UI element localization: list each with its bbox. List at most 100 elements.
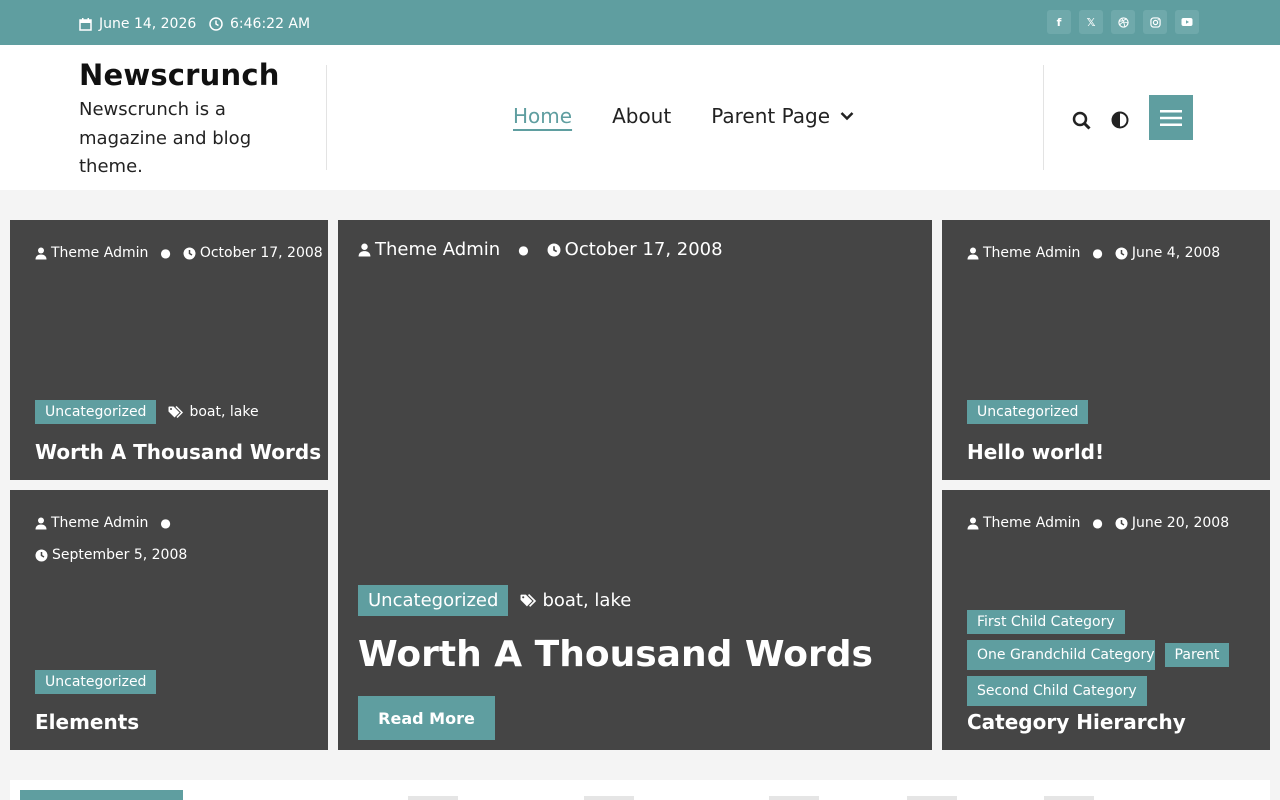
post-date[interactable]: September 5, 2008: [35, 542, 187, 568]
post-taxonomy: Uncategorized: [967, 400, 1089, 424]
post-title[interactable]: Hello world!: [967, 440, 1104, 464]
separator-dot: ●: [160, 516, 171, 530]
tags-icon: [168, 405, 184, 419]
placeholder-chip: [408, 796, 458, 800]
tag-links[interactable]: boat, lake: [189, 404, 258, 420]
tag-links[interactable]: boat, lake: [542, 590, 631, 611]
post-title[interactable]: Worth A Thousand Words: [358, 634, 873, 675]
post-card[interactable]: Theme Admin ● June 20, 2008 First Child …: [942, 490, 1270, 750]
category-badge[interactable]: Uncategorized: [35, 670, 157, 694]
post-meta: Theme Admin ● October 17, 2008: [35, 240, 323, 266]
separator-dot: ●: [1092, 246, 1103, 260]
youtube-icon[interactable]: [1175, 10, 1199, 34]
post-title[interactable]: Category Hierarchy: [967, 710, 1186, 734]
post-date[interactable]: October 17, 2008: [547, 237, 723, 263]
user-icon: [967, 517, 979, 530]
section-tab[interactable]: [20, 790, 183, 800]
user-icon: [358, 243, 371, 257]
author-name: Theme Admin: [983, 515, 1081, 531]
separator-dot: ●: [1092, 516, 1103, 530]
main-navigation: Home About Parent Page: [513, 104, 854, 128]
date-text: October 17, 2008: [564, 239, 723, 260]
nav-parent-page-label: Parent Page: [711, 104, 831, 128]
nav-home[interactable]: Home: [513, 104, 572, 128]
menu-icon: [1160, 109, 1182, 127]
post-taxonomy: First Child Category One Grandchild Cate…: [967, 610, 1267, 706]
post-title[interactable]: Elements: [35, 710, 139, 734]
current-time: 6:46:22 AM: [230, 16, 311, 32]
category-badge[interactable]: Parent: [1164, 643, 1230, 667]
calendar-icon: [79, 17, 92, 31]
search-icon[interactable]: [1070, 109, 1092, 131]
user-icon: [35, 247, 47, 260]
site-header: Newscrunch Newscrunch is a magazine and …: [0, 45, 1280, 190]
post-meta: Theme Admin ● September 5, 2008: [35, 510, 310, 568]
post-date[interactable]: June 20, 2008: [1115, 510, 1229, 536]
category-badge[interactable]: Uncategorized: [967, 400, 1089, 424]
clock-icon: [1115, 517, 1128, 530]
category-badge[interactable]: One Grandchild Category: [967, 640, 1155, 670]
post-date[interactable]: June 4, 2008: [1115, 240, 1220, 266]
clock-icon: [209, 17, 223, 31]
post-meta: Theme Admin ● June 4, 2008: [967, 240, 1220, 266]
post-tags: boat, lake: [168, 404, 259, 420]
date-text: June 4, 2008: [1131, 245, 1221, 261]
date-text: September 5, 2008: [52, 547, 188, 563]
top-bar: June 14, 2026 6:46:22 AM f 𝕏: [0, 0, 1280, 45]
nav-about[interactable]: About: [612, 104, 671, 128]
post-date[interactable]: October 17, 2008: [183, 240, 323, 266]
category-badge[interactable]: Second Child Category: [967, 676, 1147, 706]
nav-parent-page[interactable]: Parent Page: [711, 104, 854, 128]
post-author[interactable]: Theme Admin: [967, 240, 1080, 266]
divider: [326, 65, 327, 170]
featured-post-card[interactable]: Theme Admin ● October 17, 2008 Uncategor…: [338, 220, 932, 750]
post-meta: Theme Admin ● October 17, 2008: [358, 237, 723, 263]
clock-icon: [183, 247, 196, 260]
category-badge[interactable]: Uncategorized: [358, 585, 509, 616]
user-icon: [35, 517, 47, 530]
hamburger-menu-button[interactable]: [1149, 95, 1193, 140]
post-taxonomy: Uncategorized: [35, 670, 157, 694]
social-links: f 𝕏: [1047, 10, 1199, 34]
next-section: [10, 780, 1270, 800]
post-card[interactable]: Theme Admin ● September 5, 2008 Uncatego…: [10, 490, 328, 750]
separator-dot: ●: [518, 243, 529, 257]
site-description: Newscrunch is a magazine and blog theme.: [79, 99, 252, 177]
date-text: June 20, 2008: [1131, 515, 1230, 531]
dribbble-icon[interactable]: [1111, 10, 1135, 34]
author-name: Theme Admin: [51, 245, 149, 261]
post-author[interactable]: Theme Admin: [967, 510, 1080, 536]
category-badge[interactable]: First Child Category: [967, 610, 1125, 634]
author-name: Theme Admin: [51, 515, 149, 531]
x-icon[interactable]: 𝕏: [1079, 10, 1103, 34]
placeholder-chip: [1044, 796, 1094, 800]
post-taxonomy: Uncategorized boat, lake: [358, 585, 631, 616]
post-tags: boat, lake: [520, 590, 631, 611]
post-card[interactable]: Theme Admin ● June 4, 2008 Uncategorized…: [942, 220, 1270, 480]
divider: [1043, 65, 1044, 170]
author-name: Theme Admin: [375, 239, 501, 260]
topbar-date: June 14, 2026: [79, 16, 196, 32]
current-date: June 14, 2026: [99, 16, 197, 32]
clock-icon: [35, 549, 48, 562]
post-card[interactable]: Theme Admin ● October 17, 2008 Uncategor…: [10, 220, 328, 480]
facebook-icon[interactable]: f: [1047, 10, 1071, 34]
category-badge[interactable]: Uncategorized: [35, 400, 157, 424]
placeholder-chip: [769, 796, 819, 800]
post-author[interactable]: Theme Admin: [35, 510, 148, 536]
read-more-button[interactable]: Read More: [358, 696, 495, 740]
post-meta: Theme Admin ● June 20, 2008: [967, 510, 1229, 536]
user-icon: [967, 247, 979, 260]
dark-mode-icon[interactable]: [1109, 109, 1131, 131]
separator-dot: ●: [160, 246, 171, 260]
placeholder-chip: [907, 796, 957, 800]
instagram-icon[interactable]: [1143, 10, 1167, 34]
post-title[interactable]: Worth A Thousand Words: [35, 440, 321, 464]
clock-icon: [1115, 247, 1128, 260]
post-author[interactable]: Theme Admin: [358, 237, 500, 263]
post-author[interactable]: Theme Admin: [35, 240, 148, 266]
site-title[interactable]: Newscrunch: [79, 58, 309, 92]
clock-icon: [547, 243, 561, 257]
author-name: Theme Admin: [983, 245, 1081, 261]
placeholder-chip: [584, 796, 634, 800]
